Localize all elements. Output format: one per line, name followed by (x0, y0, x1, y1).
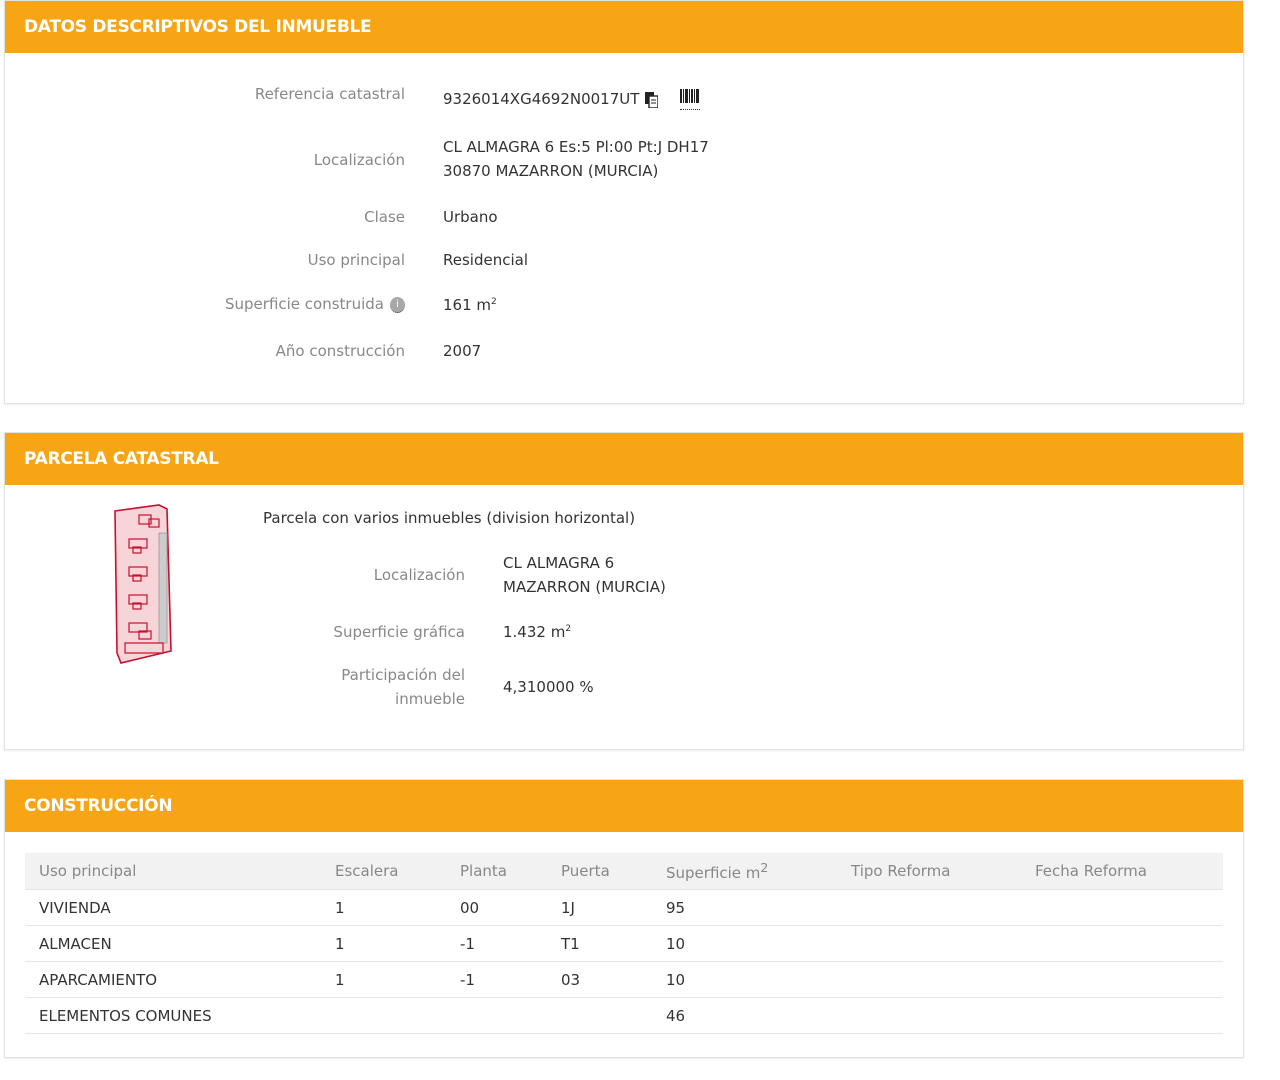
cell-uso: ELEMENTOS COMUNES (25, 997, 321, 1034)
parcel-map-thumbnail[interactable] (109, 503, 179, 665)
cell-uso: VIVIENDA (25, 889, 321, 926)
parcela-superficie-unit-sup: 2 (565, 624, 572, 634)
parcela-description: Parcela con varios inmuebles (division h… (263, 509, 636, 527)
participacion-label-line2: inmueble (395, 690, 465, 708)
cell-puerta: 1J (547, 889, 652, 926)
construccion-table: Uso principal Escalera Planta Puerta Sup… (25, 853, 1223, 1034)
parcela-localizacion-line2: MAZARRON (MURCIA) (503, 578, 666, 596)
uso-label: Uso principal (307, 251, 405, 269)
parcela-catastral-panel: PARCELA CATASTRAL Parcela con varios inm… (4, 432, 1244, 750)
cell-planta (446, 997, 547, 1034)
th-escalera: Escalera (321, 853, 446, 890)
cell-superficie: 95 (652, 889, 837, 926)
clase-value: Urbano (443, 208, 498, 226)
cell-fecha-reforma (1021, 889, 1223, 926)
cell-uso: ALMACEN (25, 925, 321, 962)
barcode-icon[interactable] (680, 89, 701, 110)
cell-superficie: 46 (652, 997, 837, 1034)
cell-tipo-reforma (837, 997, 1021, 1034)
cell-uso: APARCAMIENTO (25, 961, 321, 998)
cell-fecha-reforma (1021, 961, 1223, 998)
superficie-label-group: Superficie construida i (225, 295, 405, 313)
cell-fecha-reforma (1021, 997, 1223, 1034)
th-uso: Uso principal (25, 853, 321, 890)
th-superficie-sup: 2 (760, 860, 769, 875)
localizacion-line1: CL ALMAGRA 6 Es:5 Pl:00 Pt:J DH17 (443, 138, 709, 156)
cell-escalera: 1 (321, 889, 446, 926)
construccion-title: CONSTRUCCIÓN (5, 780, 1243, 832)
cell-escalera (321, 997, 446, 1034)
cell-planta: -1 (446, 961, 547, 998)
parcela-superficie-group: 1.432 m2 (503, 623, 571, 641)
uso-value: Residencial (443, 251, 528, 269)
cell-puerta (547, 997, 652, 1034)
th-superficie: Superficie m2 (652, 853, 837, 890)
parcela-superficie-value: 1.432 m (503, 623, 566, 641)
superficie-value-group: 161 m2 (443, 296, 497, 314)
cell-tipo-reforma (837, 925, 1021, 962)
table-row: ELEMENTOS COMUNES 46 (25, 997, 1223, 1034)
cell-escalera: 1 (321, 925, 446, 962)
table-row: ALMACEN 1 -1 T1 10 (25, 925, 1223, 962)
localizacion-label: Localización (313, 151, 405, 169)
copy-document-icon[interactable] (645, 91, 660, 109)
participacion-value: 4,310000 % (503, 678, 594, 696)
cell-escalera: 1 (321, 961, 446, 998)
cell-superficie: 10 (652, 961, 837, 998)
parcela-catastral-title: PARCELA CATASTRAL (5, 433, 1243, 485)
parcela-localizacion-label: Localización (373, 566, 465, 584)
th-planta: Planta (446, 853, 547, 890)
cell-puerta: 03 (547, 961, 652, 998)
cell-planta: 00 (446, 889, 547, 926)
cell-puerta: T1 (547, 925, 652, 962)
table-row: VIVIENDA 1 00 1J 95 (25, 889, 1223, 926)
th-puerta: Puerta (547, 853, 652, 890)
localizacion-line2: 30870 MAZARRON (MURCIA) (443, 162, 659, 180)
referencia-label: Referencia catastral (254, 85, 405, 103)
anio-value: 2007 (443, 342, 482, 360)
table-row: APARCAMIENTO 1 -1 03 10 (25, 961, 1223, 998)
cell-tipo-reforma (837, 889, 1021, 926)
parcela-localizacion-line1: CL ALMAGRA 6 (503, 554, 615, 572)
table-header-row: Uso principal Escalera Planta Puerta Sup… (25, 853, 1223, 890)
cell-fecha-reforma (1021, 925, 1223, 962)
participacion-label-line1: Participación del (341, 666, 465, 684)
anio-label: Año construcción (275, 342, 405, 360)
clase-label: Clase (364, 208, 405, 226)
parcela-superficie-label: Superficie gráfica (333, 623, 465, 641)
info-icon[interactable]: i (390, 296, 405, 313)
datos-descriptivos-title: DATOS DESCRIPTIVOS DEL INMUEBLE (5, 1, 1243, 53)
referencia-value-group: 9326014XG4692N0017UT (443, 89, 701, 110)
cell-planta: -1 (446, 925, 547, 962)
superficie-label: Superficie construida (225, 295, 384, 313)
datos-descriptivos-panel: DATOS DESCRIPTIVOS DEL INMUEBLE Referenc… (4, 0, 1244, 404)
cell-superficie: 10 (652, 925, 837, 962)
superficie-value: 161 m (443, 296, 492, 314)
cell-tipo-reforma (837, 961, 1021, 998)
superficie-unit-sup: 2 (491, 297, 497, 307)
th-fecha-reforma: Fecha Reforma (1021, 853, 1223, 890)
th-tipo-reforma: Tipo Reforma (837, 853, 1021, 890)
th-superficie-label: Superficie m (666, 864, 761, 882)
construccion-panel: CONSTRUCCIÓN Uso principal Escalera Plan… (4, 779, 1244, 1058)
referencia-value[interactable]: 9326014XG4692N0017UT (443, 90, 639, 108)
